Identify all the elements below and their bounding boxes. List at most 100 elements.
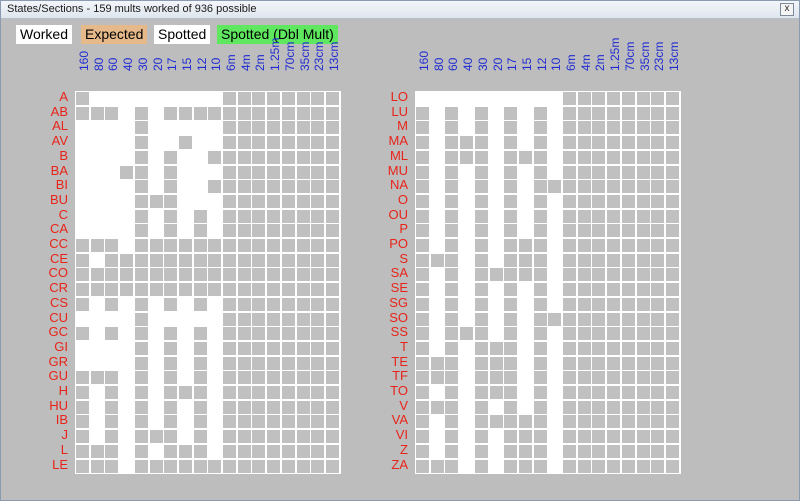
cell-empty[interactable] <box>237 165 251 179</box>
cell-empty[interactable] <box>563 459 576 473</box>
cell-empty[interactable] <box>237 327 251 341</box>
cell-empty[interactable] <box>105 371 119 385</box>
cell-empty[interactable] <box>134 356 148 370</box>
cell-empty[interactable] <box>621 430 635 444</box>
cell-worked[interactable] <box>149 312 163 326</box>
cell-worked[interactable] <box>430 209 444 223</box>
cell-empty[interactable] <box>281 150 295 164</box>
cell-empty[interactable] <box>76 253 89 267</box>
cell-empty[interactable] <box>134 224 148 238</box>
cell-empty[interactable] <box>296 92 310 105</box>
cell-empty[interactable] <box>563 444 576 458</box>
cell-empty[interactable] <box>592 415 606 429</box>
cell-empty[interactable] <box>504 297 518 311</box>
cell-empty[interactable] <box>325 459 339 473</box>
cell-empty[interactable] <box>237 121 251 135</box>
cell-empty[interactable] <box>445 194 459 208</box>
cell-empty[interactable] <box>474 430 488 444</box>
cell-worked[interactable] <box>430 386 444 399</box>
cell-empty[interactable] <box>533 209 547 223</box>
cell-empty[interactable] <box>237 297 251 311</box>
cell-empty[interactable] <box>281 297 295 311</box>
close-button[interactable]: x <box>780 3 794 16</box>
cell-empty[interactable] <box>164 209 178 223</box>
cell-empty[interactable] <box>311 106 325 120</box>
cell-empty[interactable] <box>134 106 148 120</box>
cell-worked[interactable] <box>489 224 503 238</box>
cell-worked[interactable] <box>178 400 192 414</box>
cell-empty[interactable] <box>281 224 295 238</box>
cell-worked[interactable] <box>208 312 222 326</box>
cell-worked[interactable] <box>193 194 207 208</box>
cell-worked[interactable] <box>518 92 532 105</box>
cell-empty[interactable] <box>533 400 547 414</box>
cell-empty[interactable] <box>607 386 621 399</box>
cell-empty[interactable] <box>193 268 207 282</box>
cell-worked[interactable] <box>90 165 104 179</box>
cell-empty[interactable] <box>296 150 310 164</box>
cell-empty[interactable] <box>636 106 650 120</box>
cell-empty[interactable] <box>621 327 635 341</box>
cell-empty[interactable] <box>223 444 236 458</box>
cell-worked[interactable] <box>178 165 192 179</box>
cell-empty[interactable] <box>504 371 518 385</box>
cell-empty[interactable] <box>120 283 134 297</box>
cell-empty[interactable] <box>533 356 547 370</box>
cell-worked[interactable] <box>430 136 444 150</box>
cell-empty[interactable] <box>474 136 488 150</box>
cell-empty[interactable] <box>325 239 339 252</box>
cell-empty[interactable] <box>416 356 429 370</box>
cell-empty[interactable] <box>621 297 635 311</box>
cell-worked[interactable] <box>208 194 222 208</box>
cell-empty[interactable] <box>533 224 547 238</box>
cell-empty[interactable] <box>563 415 576 429</box>
cell-empty[interactable] <box>311 327 325 341</box>
cell-empty[interactable] <box>178 386 192 399</box>
cell-empty[interactable] <box>223 327 236 341</box>
cell-empty[interactable] <box>577 386 591 399</box>
cell-worked[interactable] <box>178 327 192 341</box>
cell-empty[interactable] <box>665 415 679 429</box>
cell-empty[interactable] <box>267 444 281 458</box>
cell-empty[interactable] <box>504 400 518 414</box>
cell-empty[interactable] <box>636 444 650 458</box>
cell-worked[interactable] <box>120 239 134 252</box>
cell-empty[interactable] <box>607 194 621 208</box>
cell-empty[interactable] <box>577 194 591 208</box>
cell-empty[interactable] <box>281 415 295 429</box>
cell-worked[interactable] <box>208 415 222 429</box>
cell-empty[interactable] <box>445 268 459 282</box>
cell-empty[interactable] <box>518 268 532 282</box>
cell-empty[interactable] <box>563 180 576 194</box>
cell-empty[interactable] <box>134 268 148 282</box>
cell-empty[interactable] <box>164 459 178 473</box>
cell-worked[interactable] <box>489 209 503 223</box>
cell-empty[interactable] <box>651 356 665 370</box>
cell-empty[interactable] <box>504 444 518 458</box>
cell-empty[interactable] <box>164 283 178 297</box>
cell-empty[interactable] <box>474 106 488 120</box>
cell-empty[interactable] <box>636 136 650 150</box>
cell-empty[interactable] <box>164 341 178 355</box>
cell-empty[interactable] <box>296 209 310 223</box>
cell-empty[interactable] <box>120 253 134 267</box>
cell-worked[interactable] <box>208 327 222 341</box>
cell-worked[interactable] <box>149 371 163 385</box>
cell-empty[interactable] <box>636 430 650 444</box>
cell-worked[interactable] <box>178 224 192 238</box>
cell-worked[interactable] <box>460 165 474 179</box>
cell-empty[interactable] <box>592 253 606 267</box>
cell-worked[interactable] <box>193 121 207 135</box>
cell-empty[interactable] <box>325 268 339 282</box>
cell-empty[interactable] <box>208 283 222 297</box>
cell-empty[interactable] <box>651 415 665 429</box>
cell-empty[interactable] <box>223 283 236 297</box>
cell-empty[interactable] <box>296 194 310 208</box>
cell-empty[interactable] <box>592 444 606 458</box>
cell-empty[interactable] <box>607 224 621 238</box>
cell-worked[interactable] <box>105 194 119 208</box>
cell-empty[interactable] <box>193 356 207 370</box>
cell-empty[interactable] <box>223 371 236 385</box>
cell-empty[interactable] <box>665 150 679 164</box>
cell-empty[interactable] <box>149 430 163 444</box>
